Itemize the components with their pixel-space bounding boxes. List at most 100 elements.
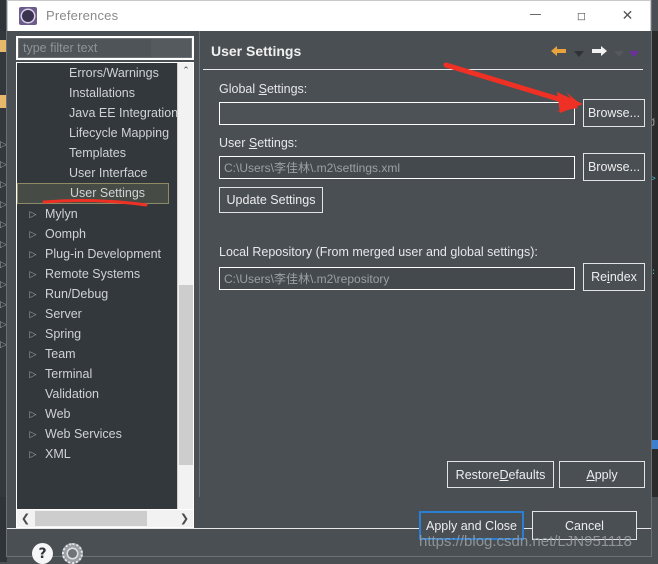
- horizontal-scrollbar-thumb[interactable]: [35, 511, 147, 526]
- expand-arrow-icon[interactable]: ▷: [27, 284, 39, 304]
- tree-item-label: User Interface: [69, 166, 148, 180]
- user-settings-label-pre: User: [219, 136, 249, 150]
- global-settings-browse-button[interactable]: Browse...: [583, 99, 645, 127]
- tree-vertical-scrollbar[interactable]: ⌃ ⌄: [177, 63, 193, 527]
- tree-item-xml[interactable]: ▷ XML: [17, 444, 169, 464]
- filter-input[interactable]: type filter text: [18, 38, 192, 58]
- preferences-tree[interactable]: Errors/Warnings Installations Java EE Inte…: [17, 63, 193, 527]
- background-editor-marker: [652, 440, 658, 449]
- preferences-tree-list: Errors/Warnings Installations Java EE Inte…: [17, 63, 178, 527]
- tree-item-label: Plug-in Development: [45, 247, 162, 261]
- tree-item-errors-warnings[interactable]: Errors/Warnings: [17, 63, 169, 83]
- background-tree-arrow: ▷: [0, 139, 7, 149]
- reindex-label-post: ndex: [609, 270, 637, 284]
- background-tree-arrow: ▷: [0, 159, 7, 169]
- tree-item-label: Installations: [69, 86, 136, 100]
- tree-horizontal-scrollbar[interactable]: ❮ ❯: [17, 510, 193, 527]
- tree-item-terminal[interactable]: ▷ Terminal: [17, 364, 169, 384]
- global-settings-label-pre: Global: [219, 82, 259, 96]
- expand-arrow-icon[interactable]: ▷: [27, 424, 39, 444]
- tree-item-java-ee-integration[interactable]: Java EE Integration: [17, 103, 178, 123]
- user-settings-label: User Settings:: [219, 136, 298, 150]
- restore-defaults-button[interactable]: Restore Defaults: [447, 461, 554, 488]
- background-code-token: j: [651, 118, 656, 127]
- filter-input-wrapper: type filter text: [16, 36, 194, 60]
- tree-item-label: Terminal: [45, 367, 93, 381]
- expand-arrow-icon[interactable]: ▷: [27, 444, 39, 464]
- scroll-up-icon[interactable]: ⌃: [178, 63, 193, 79]
- scroll-right-icon[interactable]: ❯: [176, 510, 193, 527]
- tree-item-lifecycle-mapping[interactable]: Lifecycle Mapping: [17, 123, 169, 143]
- scroll-left-icon[interactable]: ❮: [17, 510, 34, 527]
- update-settings-button[interactable]: Update Settings: [219, 187, 323, 213]
- global-settings-label-post: ettings:: [266, 82, 308, 96]
- reindex-button[interactable]: Re i ndex: [583, 263, 645, 291]
- user-settings-browse-button[interactable]: Browse...: [583, 153, 645, 181]
- settings-gear-icon[interactable]: [62, 543, 83, 564]
- expand-arrow-icon[interactable]: ▷: [27, 224, 39, 244]
- user-settings-label-key: S: [248, 136, 258, 150]
- background-editor: [651, 31, 658, 497]
- background-tree-arrow: ▷: [0, 179, 7, 189]
- expand-arrow-icon[interactable]: ▷: [27, 344, 39, 364]
- panel-navigation: [549, 41, 639, 61]
- tree-item-spring[interactable]: ▷ Spring: [17, 324, 169, 344]
- tree-item-web-services[interactable]: ▷ Web Services: [17, 424, 169, 444]
- tree-horizontal-scrollbar-wrapper: ❮ ❯: [16, 509, 194, 528]
- watermark-text: https://blog.csdn.net/LJN951118: [419, 533, 632, 550]
- tree-item-label: Java EE Integration: [69, 106, 179, 120]
- tree-item-validation[interactable]: Validation: [17, 384, 169, 404]
- restore-defaults-label-pre: Restore: [455, 467, 500, 482]
- tree-item-user-settings[interactable]: User Settings: [17, 183, 169, 204]
- tree-item-team[interactable]: ▷ Team: [17, 344, 169, 364]
- filter-input-inner: type filter text: [19, 39, 151, 57]
- tree-item-run-debug[interactable]: ▷ Run/Debug: [17, 284, 169, 304]
- view-menu-chevron-down-icon[interactable]: [629, 51, 639, 57]
- tree-item-mylyn[interactable]: ▷ Mylyn: [17, 204, 169, 224]
- tree-item-installations[interactable]: Installations: [17, 83, 169, 103]
- user-settings-input-wrapper: C:\Users\李佳林\.m2\settings.xml: [219, 156, 575, 179]
- global-settings-label: Global Settings:: [219, 82, 307, 96]
- minimize-button[interactable]: —: [513, 1, 558, 31]
- tree-item-oomph[interactable]: ▷ Oomph: [17, 224, 169, 244]
- page-title: User Settings: [211, 43, 302, 59]
- tree-item-label: User Settings: [70, 186, 146, 200]
- tree-item-label: Errors/Warnings: [69, 66, 159, 80]
- window-title: Preferences: [46, 8, 119, 23]
- expand-arrow-icon[interactable]: ▷: [27, 364, 39, 384]
- tree-item-plug-in-development[interactable]: ▷ Plug-in Development: [17, 244, 169, 264]
- expand-arrow-icon[interactable]: ▷: [27, 404, 39, 424]
- close-button[interactable]: ✕: [605, 1, 650, 31]
- expand-arrow-icon[interactable]: ▷: [27, 264, 39, 284]
- tree-item-remote-systems[interactable]: ▷ Remote Systems: [17, 264, 169, 284]
- vertical-scrollbar-thumb[interactable]: [179, 285, 193, 465]
- dialog-titlebar: Preferences — ◻ ✕: [7, 0, 651, 31]
- reindex-label-pre: Re: [591, 270, 608, 284]
- user-settings-input[interactable]: C:\Users\李佳林\.m2\settings.xml: [220, 157, 574, 178]
- help-icon[interactable]: ?: [32, 543, 53, 564]
- expand-arrow-icon[interactable]: ▷: [27, 324, 39, 344]
- global-settings-input[interactable]: [220, 103, 574, 124]
- local-repository-input[interactable]: C:\Users\李佳林\.m2\repository: [220, 268, 574, 289]
- tree-item-web[interactable]: ▷ Web: [17, 404, 169, 424]
- tree-item-label: Server: [45, 307, 82, 321]
- forward-arrow-icon[interactable]: [589, 42, 609, 60]
- close-icon: ✕: [621, 8, 634, 24]
- tree-item-templates[interactable]: Templates: [17, 143, 169, 163]
- expand-arrow-icon[interactable]: ▷: [27, 244, 39, 264]
- global-settings-input-wrapper: [219, 102, 575, 125]
- background-folder-icon: [0, 95, 7, 108]
- back-arrow-icon[interactable]: [549, 42, 569, 60]
- expand-arrow-icon[interactable]: ▷: [27, 304, 39, 324]
- tree-item-server[interactable]: ▷ Server: [17, 304, 169, 324]
- expand-arrow-icon[interactable]: ▷: [27, 204, 39, 224]
- tree-item-user-interface[interactable]: User Interface: [17, 163, 169, 183]
- back-chevron-down-icon[interactable]: [574, 51, 584, 57]
- apply-label-key: A: [586, 467, 595, 482]
- tree-item-label: Templates: [69, 146, 126, 160]
- preferences-dialog: Preferences — ◻ ✕ type filter text Error…: [7, 0, 651, 564]
- apply-button[interactable]: Apply: [559, 461, 645, 488]
- background-tree-arrow: ▷: [0, 339, 7, 349]
- maximize-button[interactable]: ◻: [559, 1, 604, 31]
- restore-defaults-label-key: D: [499, 467, 509, 482]
